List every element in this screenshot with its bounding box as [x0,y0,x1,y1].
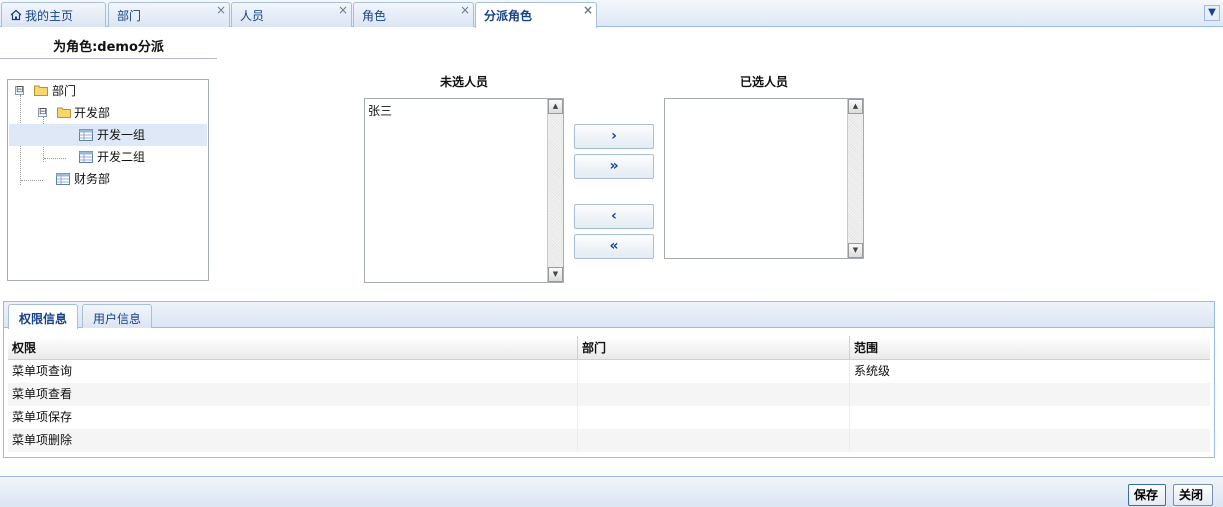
assign-title: 为角色:demo分派 [0,36,217,59]
table-row[interactable]: 菜单项查询 系统级 [8,360,1210,383]
home-icon [10,9,22,21]
column-header-permission[interactable]: 权限 [8,336,578,360]
tab-menu-chevron-icon[interactable]: ▼ [1204,5,1220,21]
tree-node-label: 部门 [52,84,77,98]
department-tree: ⊟ 部门 ⊟ 开发部 开发一组 开发二组 财务部 [7,79,209,281]
column-header-department[interactable]: 部门 [578,336,850,360]
scroll-down-icon[interactable]: ▼ [848,243,863,258]
tab-label: 我的主页 [25,9,74,23]
scroll-down-icon[interactable]: ▼ [548,267,563,282]
unselected-list[interactable]: 张三 ▲ ▼ [364,98,564,283]
tab-user-info[interactable]: 用户信息 [82,304,153,328]
scroll-up-icon[interactable]: ▲ [548,99,563,114]
tab-permission-info[interactable]: 权限信息 [8,304,79,329]
table-row[interactable]: 菜单项保存 [8,406,1210,429]
scroll-up-icon[interactable]: ▲ [848,99,863,114]
cell-department [578,429,850,452]
folder-icon [57,107,71,118]
cell-permission: 菜单项查询 [8,360,578,383]
add-all-button[interactable]: » [574,154,654,179]
tree-node-department[interactable]: ⊟ 部门 [8,80,206,102]
cell-scope [850,383,1210,406]
tree-node-dev-group-2[interactable]: 开发二组 [8,146,206,168]
cell-department [578,360,850,383]
table-row[interactable]: 菜单项删除 [8,429,1210,452]
tab-label: 角色 [362,9,387,23]
close-icon[interactable]: × [460,4,470,16]
tab-label: 部门 [117,9,142,23]
column-header-scope[interactable]: 范围 [850,336,1210,360]
collapse-toggle-icon[interactable]: ⊟ [15,86,24,95]
close-icon[interactable]: × [338,4,348,16]
tab-department[interactable]: 部门 × [108,2,230,27]
selected-title: 已选人员 [739,75,788,89]
tree-node-dev-dept[interactable]: ⊟ 开发部 [8,102,206,124]
grid-leaf-icon [79,151,93,163]
scrollbar[interactable]: ▲ ▼ [847,99,863,258]
close-button[interactable]: 关闭 [1173,484,1213,506]
grid-leaf-icon [79,129,93,141]
cell-permission: 菜单项保存 [8,406,578,429]
cell-permission: 菜单项删除 [8,429,578,452]
tree-node-label: 财务部 [74,172,111,186]
tree-node-label: 开发一组 [97,128,146,142]
scrollbar[interactable]: ▲ ▼ [547,99,563,282]
cell-department [578,406,850,429]
remove-all-button[interactable]: « [574,234,654,259]
unselected-title: 未选人员 [439,75,488,89]
tab-label: 人员 [240,9,265,23]
add-selected-button[interactable]: › [574,124,654,149]
cell-scope [850,406,1210,429]
tree-node-finance[interactable]: 财务部 [8,168,206,190]
tab-role[interactable]: 角色 × [353,2,474,27]
tree-node-label: 开发二组 [97,150,146,164]
close-icon[interactable]: × [216,4,226,16]
grid-leaf-icon [56,173,70,185]
tree-node-label: 开发部 [74,106,111,120]
grid-header: 权限 部门 范围 [8,336,1210,360]
list-item[interactable]: 张三 [368,102,392,119]
close-icon[interactable]: × [583,4,593,16]
cell-scope: 系统级 [854,364,891,378]
selected-list[interactable]: ▲ ▼ [664,98,864,259]
footer-toolbar [0,476,1223,507]
table-row[interactable]: 菜单项查看 [8,383,1210,406]
detail-tab-bar: 权限信息 用户信息 [4,302,1214,329]
cell-permission: 菜单项查看 [8,383,578,406]
tab-home[interactable]: 我的主页 [1,2,106,27]
tab-people[interactable]: 人员 × [231,2,352,27]
folder-icon [34,85,48,96]
collapse-toggle-icon[interactable]: ⊟ [38,108,47,117]
cell-department [578,383,850,406]
tab-assign-role[interactable]: 分派角色 × [475,2,597,28]
detail-tab-panel: 权限信息 用户信息 权限 部门 范围 菜单项查询 系统级 菜单项查看 菜单项保存… [3,301,1215,458]
remove-selected-button[interactable]: ‹ [574,204,654,229]
tree-node-dev-group-1[interactable]: 开发一组 [9,124,207,146]
top-tab-strip: 我的主页 部门 × 人员 × 角色 × 分派角色 × ▼ [0,0,1223,28]
save-button[interactable]: 保存 [1128,484,1166,506]
cell-scope [850,429,1210,452]
tab-label: 分派角色 [484,9,533,23]
